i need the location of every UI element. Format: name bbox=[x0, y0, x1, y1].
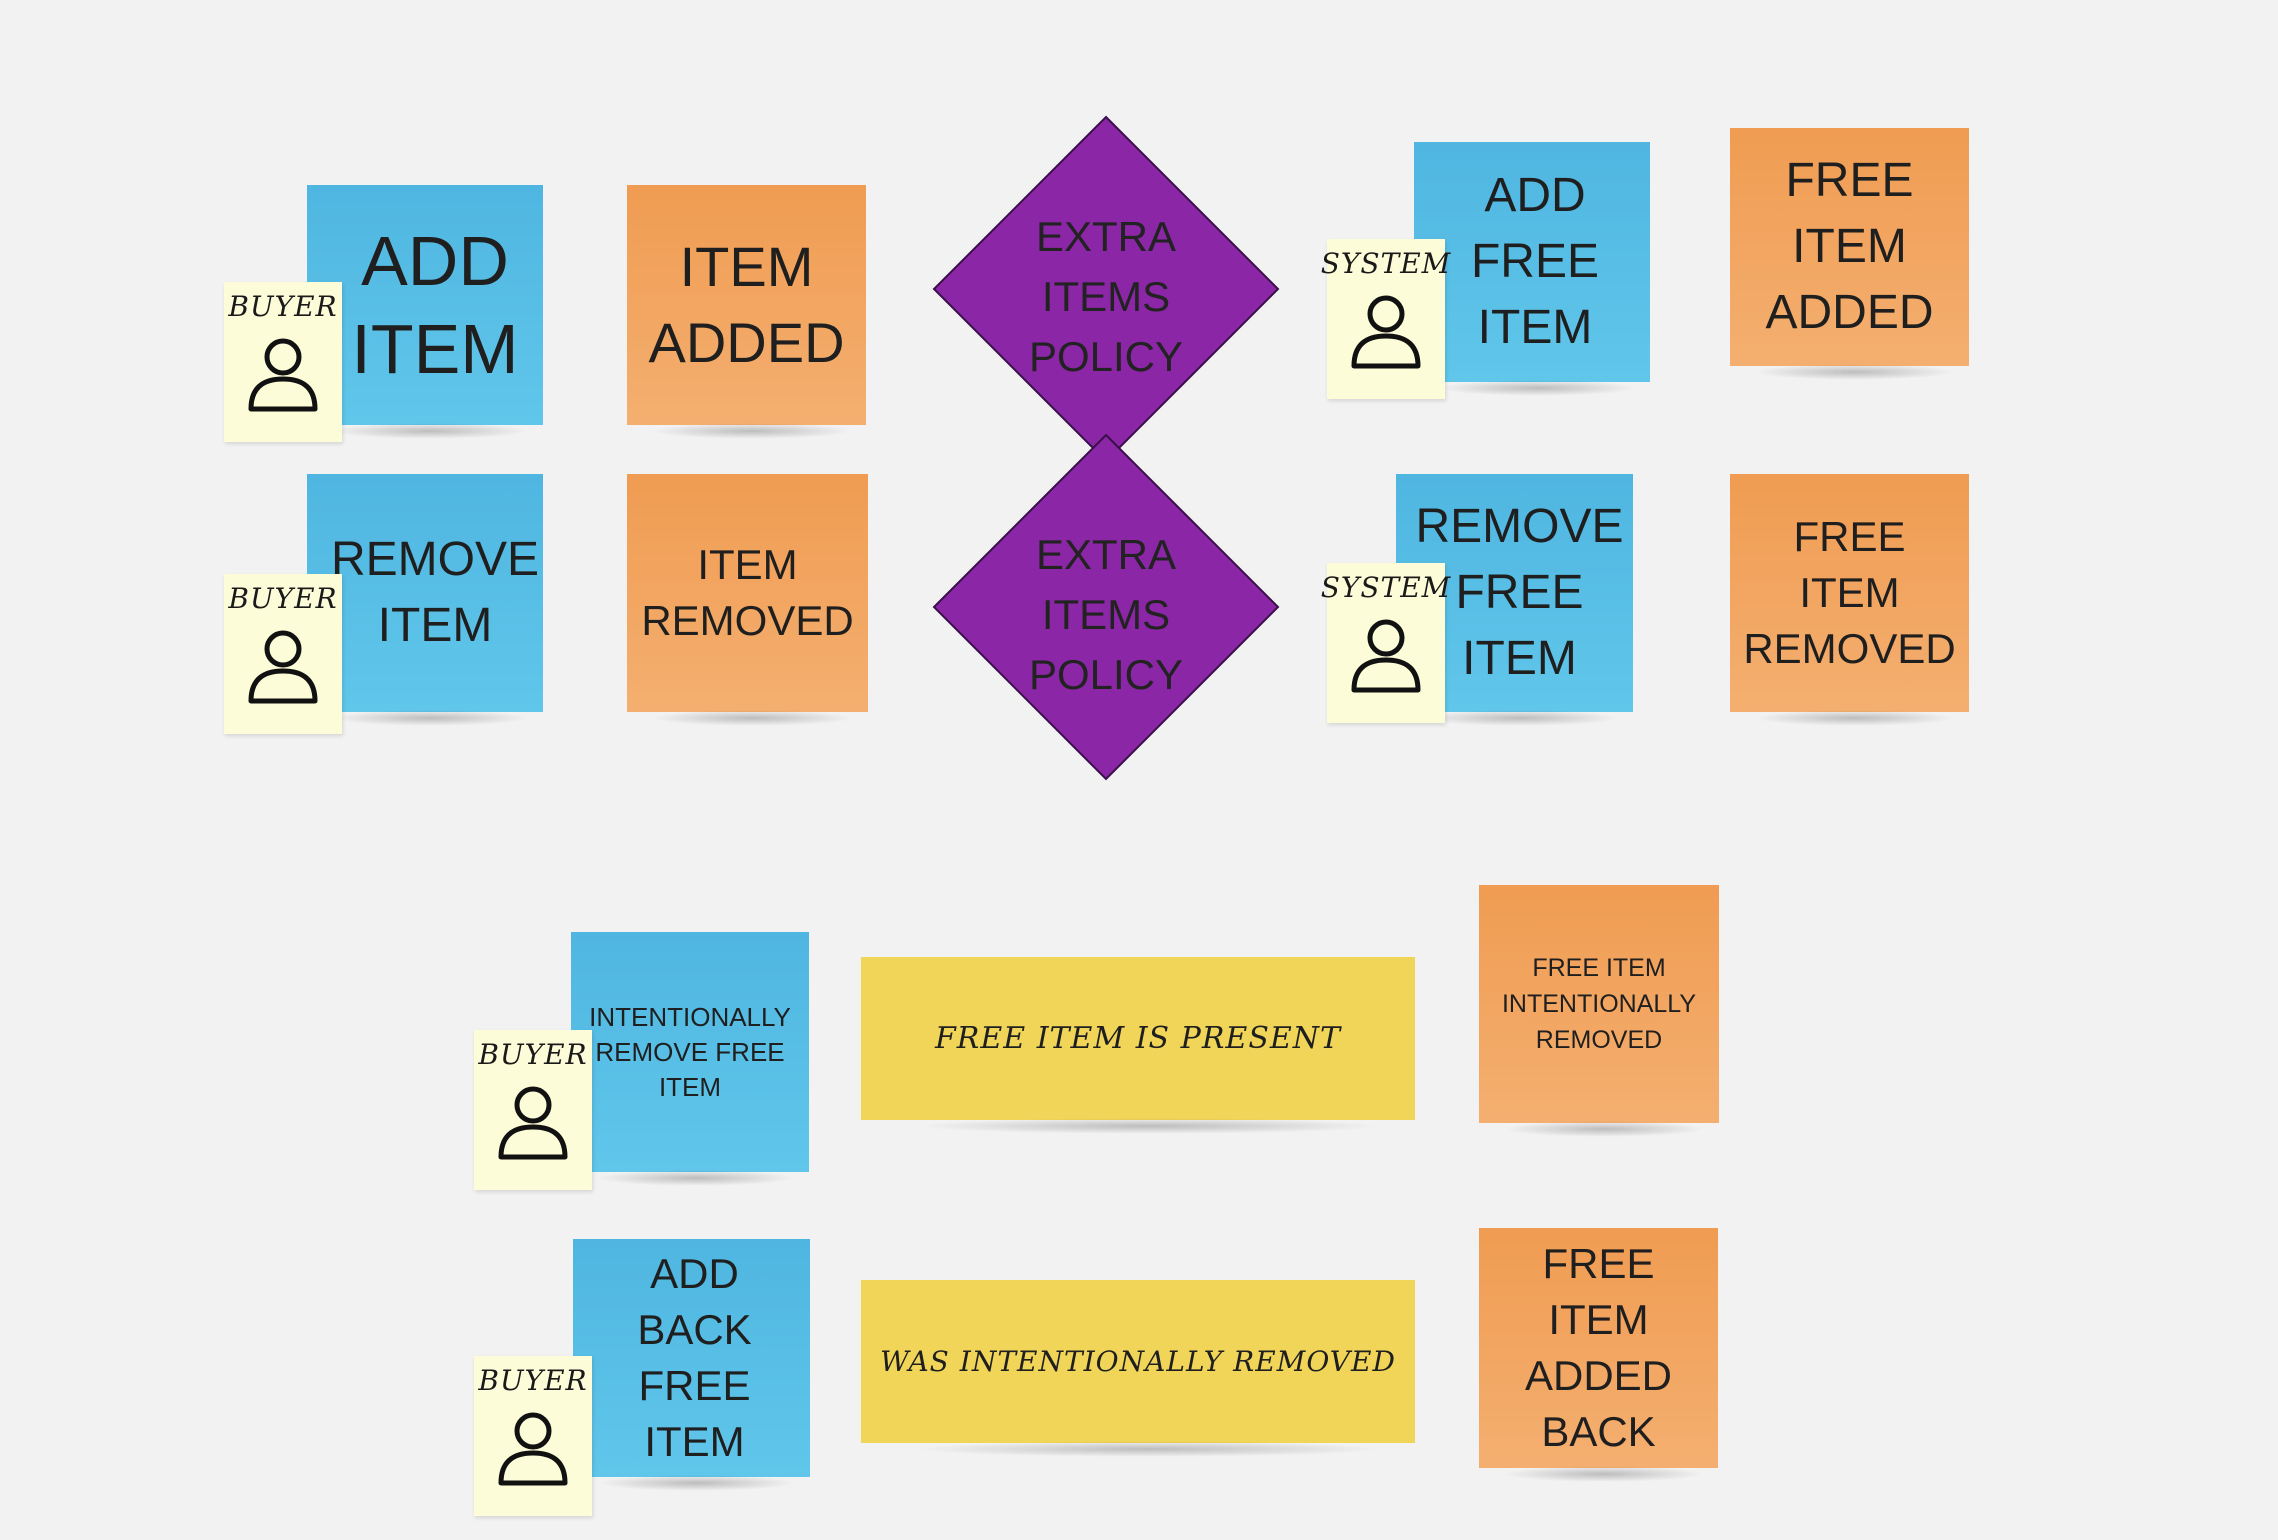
actor-buyer-3[interactable]: BUYER bbox=[474, 1030, 592, 1190]
actor-buyer-1[interactable]: BUYER bbox=[224, 282, 342, 442]
policy-label-2: EXTRA ITEMS POLICY bbox=[1028, 531, 1184, 698]
command-add-back-free-item[interactable]: ADD BACK FREE ITEM bbox=[573, 1239, 810, 1491]
actor-system-2[interactable]: SYSTEM bbox=[1321, 563, 1450, 723]
event-free-item-added-back[interactable]: FREE ITEM ADDED BACK bbox=[1479, 1228, 1718, 1482]
event-free-item-intentionally-removed[interactable]: FREE ITEM INTENTIONALLY REMOVED bbox=[1479, 885, 1719, 1137]
actor-role: BUYER bbox=[478, 1038, 588, 1071]
condition-free-item-present[interactable]: FREE ITEM IS PRESENT bbox=[861, 957, 1415, 1134]
event-free-item-removed[interactable]: FREE ITEM REMOVED bbox=[1730, 474, 1969, 726]
actor-role: BUYER bbox=[478, 1364, 588, 1397]
actor-buyer-2[interactable]: BUYER bbox=[224, 574, 342, 734]
command-label: ADD FREE ITEM bbox=[1470, 169, 1599, 354]
event-label: FREE ITEM INTENTIONALLY REMOVED bbox=[1501, 954, 1697, 1054]
actor-role: BUYER bbox=[228, 582, 338, 615]
actor-buyer-4[interactable]: BUYER bbox=[474, 1356, 592, 1516]
event-label: FREE ITEM ADDED BACK bbox=[1524, 1240, 1673, 1455]
condition-label: FREE ITEM IS PRESENT bbox=[934, 1021, 1342, 1056]
actor-role: SYSTEM bbox=[1320, 247, 1452, 280]
event-label: FREE ITEM ADDED bbox=[1765, 154, 1934, 339]
event-storming-board: EXTRA ITEMS POLICY EXTRA ITEMS POLICY AD… bbox=[0, 0, 2278, 1540]
command-label: ADD ITEM bbox=[351, 222, 519, 388]
command-label: REMOVE ITEM bbox=[330, 533, 540, 652]
event-label: FREE ITEM REMOVED bbox=[1743, 513, 1956, 672]
actor-role: BUYER bbox=[228, 290, 338, 323]
command-intentionally-remove-free-item[interactable]: INTENTIONALLY REMOVE FREE ITEM bbox=[571, 932, 809, 1186]
person-icon bbox=[1351, 619, 1421, 693]
person-icon bbox=[498, 1412, 568, 1486]
event-item-removed[interactable]: ITEM REMOVED bbox=[627, 474, 868, 726]
command-label: INTENTIONALLY REMOVE FREE ITEM bbox=[589, 1001, 791, 1102]
person-icon bbox=[498, 1086, 568, 1160]
condition-label: WAS INTENTIONALLY REMOVED bbox=[880, 1345, 1396, 1378]
actor-system-1[interactable]: SYSTEM bbox=[1321, 239, 1450, 399]
person-icon bbox=[248, 338, 318, 412]
event-item-added[interactable]: ITEM ADDED bbox=[627, 185, 866, 439]
actor-role: SYSTEM bbox=[1320, 571, 1452, 604]
event-label: ITEM ADDED bbox=[648, 235, 845, 374]
command-remove-item[interactable]: REMOVE ITEM bbox=[307, 474, 543, 726]
command-label: ADD BACK FREE ITEM bbox=[637, 1250, 752, 1465]
person-icon bbox=[1351, 295, 1421, 369]
event-label: ITEM REMOVED bbox=[641, 541, 854, 644]
person-icon bbox=[248, 630, 318, 704]
condition-was-intentionally-removed[interactable]: WAS INTENTIONALLY REMOVED bbox=[861, 1280, 1415, 1457]
event-free-item-added[interactable]: FREE ITEM ADDED bbox=[1730, 128, 1969, 380]
policy-label-1: EXTRA ITEMS POLICY bbox=[1028, 213, 1184, 380]
command-add-item[interactable]: ADD ITEM bbox=[307, 185, 543, 439]
